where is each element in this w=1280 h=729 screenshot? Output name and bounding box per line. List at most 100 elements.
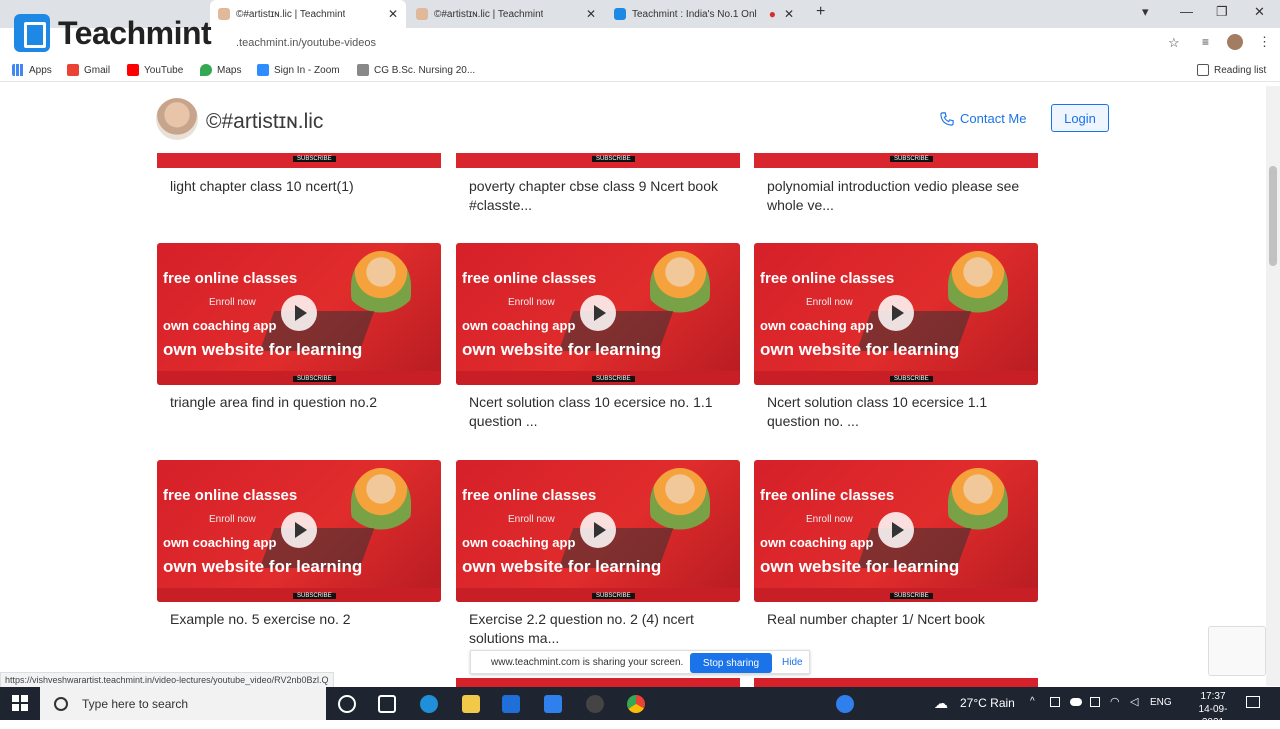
tray-icon[interactable] (1050, 697, 1060, 707)
play-icon[interactable] (878, 512, 914, 548)
tab-search-icon[interactable]: ▾ (1142, 4, 1149, 20)
favicon-icon (416, 8, 428, 20)
windows-start-icon[interactable] (12, 695, 28, 711)
site-title: ©#artistɪɴ.lic (206, 110, 324, 133)
video-thumbnail[interactable]: free online classes Enroll now own coachin… (754, 460, 1038, 602)
bookmark-youtube[interactable]: YouTube (127, 64, 183, 76)
weather-text[interactable]: 27°C Rain (960, 696, 1015, 710)
close-tab-icon[interactable]: ✕ (388, 7, 398, 21)
chrome-icon[interactable] (627, 695, 645, 713)
browser-tab-2[interactable]: ©#artistɪɴ.lic | Teachmint ✕ (408, 0, 604, 28)
profile-avatar-icon[interactable] (1227, 34, 1243, 50)
bookmark-cg-nursing[interactable]: CG B.Sc. Nursing 20... (357, 64, 475, 76)
clock[interactable]: 17:37 14-09-2021 (1188, 690, 1238, 729)
video-thumbnail[interactable]: free online classes Enroll now own coachin… (754, 243, 1038, 385)
media-control-icon[interactable]: ≡ (1202, 35, 1209, 49)
stop-sharing-button[interactable]: Stop sharing (690, 653, 772, 673)
minimize-icon[interactable]: — (1180, 4, 1193, 19)
video-title[interactable]: Real number chapter 1/ Ncert book (767, 610, 1029, 629)
reading-list-button[interactable]: Reading list (1197, 64, 1266, 76)
video-title[interactable]: Example no. 5 exercise no. 2 (170, 610, 432, 629)
wifi-icon[interactable]: ◠ (1110, 695, 1120, 708)
tray-chevron-icon[interactable]: ^ (1030, 696, 1035, 707)
play-icon[interactable] (878, 295, 914, 331)
browser-tab-1[interactable]: ©#artistɪɴ.lic | Teachmint ✕ (210, 0, 406, 28)
bookmark-maps[interactable]: Maps (200, 64, 241, 76)
bookmark-gmail[interactable]: Gmail (67, 64, 110, 76)
video-title[interactable]: light chapter class 10 ncert(1) (170, 177, 432, 196)
thumbnail-line4: own website for learning (163, 340, 363, 359)
close-tab-icon[interactable]: ✕ (784, 7, 794, 21)
video-thumbnail-partial[interactable] (456, 678, 740, 687)
video-thumbnail-partial[interactable] (754, 678, 1038, 687)
search-icon (54, 696, 68, 711)
app-icon[interactable] (586, 695, 604, 713)
hide-button[interactable]: Hide (782, 657, 803, 668)
task-view-icon[interactable] (378, 695, 396, 713)
play-icon[interactable] (281, 512, 317, 548)
thumbnail-line3: own coaching app (462, 535, 576, 550)
thumbnail-subscribe-strip: SUBSCRIBE (456, 588, 740, 602)
play-icon[interactable] (281, 295, 317, 331)
reading-list-icon (1197, 64, 1209, 76)
thumbnail-line2: Enroll now (508, 514, 555, 525)
video-title[interactable]: Ncert solution class 10 ecersice no. 1.1… (469, 393, 731, 431)
video-title[interactable]: Exercise 2.2 question no. 2 (4) ncert so… (469, 610, 731, 648)
status-url: https://vishveshwarartist.teachmint.in/v… (0, 672, 334, 688)
taskbar-search[interactable]: Type here to search (40, 687, 326, 720)
help-icon[interactable] (836, 695, 854, 713)
subscribe-label: SUBSCRIBE (592, 376, 635, 382)
video-thumbnail[interactable]: SUBSCRIBE (754, 153, 1038, 168)
bookmark-zoom[interactable]: Sign In - Zoom (257, 64, 340, 76)
teachmint-logo-icon (14, 14, 50, 52)
file-explorer-icon[interactable] (462, 695, 480, 713)
thumbnail-subscribe-strip: SUBSCRIBE (754, 371, 1038, 385)
apps-grid-icon (12, 64, 24, 76)
video-title[interactable]: Ncert solution class 10 ecersice 1.1 que… (767, 393, 1029, 431)
close-tab-icon[interactable]: ✕ (586, 7, 596, 21)
tab-title: Teachmint : India's No.1 Onl (632, 8, 757, 20)
thumbnail-subscribe-strip: SUBSCRIBE (157, 371, 441, 385)
play-icon[interactable] (580, 512, 616, 548)
thumbnail-line4: own website for learning (760, 557, 960, 576)
volume-icon[interactable]: ◁ (1130, 695, 1138, 708)
thumbnail-line1: free online classes (462, 270, 597, 287)
video-thumbnail[interactable]: SUBSCRIBE (456, 153, 740, 168)
cortana-icon[interactable] (338, 695, 356, 713)
dropbox-icon[interactable] (544, 695, 562, 713)
video-thumbnail[interactable]: SUBSCRIBE (157, 153, 441, 168)
page-scrollbar[interactable] (1266, 86, 1280, 686)
address-bar[interactable]: .teachmint.in/youtube-videos (236, 37, 376, 49)
menu-dots-icon[interactable]: ⋮ (1258, 34, 1271, 50)
video-title[interactable]: poverty chapter cbse class 9 Ncert book … (469, 177, 731, 215)
new-tab-icon[interactable]: + (816, 3, 825, 21)
close-window-icon[interactable]: ✕ (1254, 4, 1265, 20)
search-placeholder: Type here to search (82, 696, 189, 711)
video-title[interactable]: triangle area find in question no.2 (170, 393, 432, 412)
video-thumbnail[interactable]: free online classes Enroll now own coachin… (157, 460, 441, 602)
scrollbar-thumb[interactable] (1269, 166, 1277, 266)
edge-icon[interactable] (420, 695, 438, 713)
onedrive-icon[interactable] (1070, 698, 1082, 706)
login-button[interactable]: Login (1051, 104, 1109, 132)
thumbnail-line1: free online classes (163, 487, 298, 504)
play-icon[interactable] (580, 295, 616, 331)
recording-icon: ● (768, 7, 776, 21)
share-message: www.teachmint.com is sharing your screen… (491, 657, 684, 668)
bookmark-star-icon[interactable]: ☆ (1168, 35, 1180, 51)
browser-tab-3[interactable]: Teachmint : India's No.1 Onl ● ✕ (606, 0, 802, 28)
video-title[interactable]: polynomial introduction vedio please see… (767, 177, 1029, 215)
notifications-icon[interactable] (1246, 696, 1260, 708)
video-thumbnail[interactable]: free online classes Enroll now own coachin… (456, 243, 740, 385)
video-thumbnail[interactable]: free online classes Enroll now own coachin… (456, 460, 740, 602)
mail-icon[interactable] (502, 695, 520, 713)
battery-icon[interactable] (1090, 697, 1100, 707)
language-indicator[interactable]: ENG (1150, 697, 1172, 708)
contact-me-link[interactable]: Contact Me (940, 111, 1026, 126)
thumbnail-subscribe-strip: SUBSCRIBE (456, 371, 740, 385)
video-thumbnail[interactable]: free online classes Enroll now own coachin… (157, 243, 441, 385)
bookmark-apps[interactable]: Apps (12, 64, 52, 76)
maximize-icon[interactable]: ❐ (1216, 4, 1228, 20)
clock-time: 17:37 (1200, 691, 1226, 702)
thumbnail-line2: Enroll now (806, 514, 853, 525)
